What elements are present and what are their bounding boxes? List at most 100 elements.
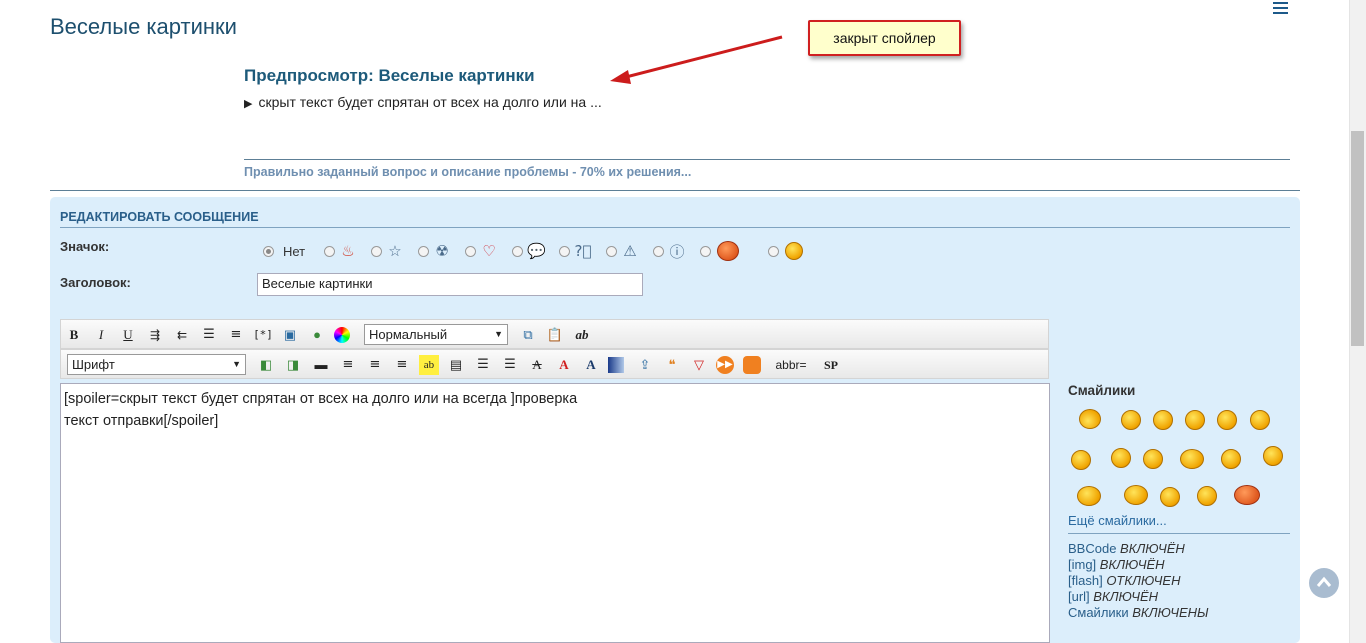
font-select[interactable]: Шрифт ▼ <box>67 354 246 375</box>
icon-option-none[interactable]: Нет <box>263 242 305 260</box>
radio-smile[interactable] <box>768 245 779 257</box>
smile-smiley-icon <box>785 242 803 260</box>
media-icon[interactable] <box>743 356 761 374</box>
wrap-text-icon[interactable]: ☰ <box>500 355 520 375</box>
dance-smiley-icon[interactable] <box>1180 449 1204 469</box>
icon-option-heart[interactable]: ♡ <box>465 242 498 260</box>
happy-smiley-icon[interactable] <box>1121 410 1141 430</box>
spellcheck-icon[interactable]: ab <box>572 325 592 345</box>
icon-option-angry[interactable] <box>700 241 739 261</box>
radio-heart[interactable] <box>465 245 476 257</box>
align-center-icon[interactable]: ≡ <box>365 355 385 375</box>
image-left-icon[interactable]: ◧ <box>256 355 276 375</box>
status-name: [url] <box>1068 589 1090 604</box>
icon-option-info[interactable]: ⓘ <box>653 242 686 261</box>
status-name: [flash] <box>1068 573 1103 588</box>
icon-option-smile[interactable] <box>768 242 803 260</box>
radio-fire[interactable] <box>324 245 335 257</box>
spoiler-button[interactable]: SP <box>819 355 843 375</box>
info-icon: ⓘ <box>669 242 685 261</box>
spoiler-summary: скрыт текст будет спрятан от всех на дол… <box>258 94 602 110</box>
quote-icon[interactable]: ❝ <box>662 355 682 375</box>
image-icon[interactable]: ▣ <box>280 325 300 345</box>
alert-icon[interactable]: ▽ <box>689 355 709 375</box>
bold-icon[interactable]: B <box>64 325 84 345</box>
message-textarea[interactable]: [spoiler=скрыт текст будет спрятан от вс… <box>60 383 1050 643</box>
horizontal-rule-icon[interactable]: ▬ <box>311 355 331 375</box>
center-text-icon[interactable]: ☰ <box>473 355 493 375</box>
format-select[interactable]: Нормальный ▼ <box>364 324 508 345</box>
highlight-icon[interactable]: ab <box>419 355 439 375</box>
annoyed-smiley-icon[interactable] <box>1153 410 1173 430</box>
radio-radiation[interactable] <box>418 245 429 257</box>
spoiler-toggle-icon[interactable]: ▶ <box>244 98 252 110</box>
strikethrough-icon[interactable]: A <box>527 355 547 375</box>
status-state: ВКЛЮЧЕНЫ <box>1132 605 1209 620</box>
grin-smiley-icon[interactable] <box>1185 410 1205 430</box>
status-state: ОТКЛЮЧЕН <box>1106 573 1181 588</box>
gradient-icon[interactable] <box>608 357 624 373</box>
icon-option-warning[interactable]: ⚠ <box>606 242 639 260</box>
icon-option-radiation[interactable]: ☢ <box>418 242 451 260</box>
scrollbar-thumb[interactable] <box>1351 131 1364 346</box>
status-smilies: Смайлики ВКЛЮЧЕНЫ <box>1068 605 1209 620</box>
upload-icon[interactable]: ⇪ <box>635 355 655 375</box>
numbered-list-icon[interactable]: ≡ <box>226 325 246 345</box>
editor-toolbar-bottom: Шрифт ▼ ◧ ◨ ▬ ≡ ≡ ≡ ab ▤ ☰ ☰ A A A ⇪ ❝ ▽… <box>60 349 1049 379</box>
key-smiley-icon[interactable] <box>1124 485 1148 505</box>
font-color-icon[interactable]: A <box>554 355 574 375</box>
wink-smiley-icon[interactable] <box>1111 448 1131 468</box>
status-name: [img] <box>1068 557 1097 572</box>
radio-none[interactable] <box>263 245 274 257</box>
icon-option-speech[interactable]: 💬 <box>512 242 546 260</box>
radio-star[interactable] <box>371 245 382 257</box>
cool-smiley-icon[interactable] <box>1250 410 1270 430</box>
page-title: Веселые картинки <box>50 14 237 39</box>
angry-smiley-icon[interactable] <box>1234 485 1260 505</box>
font-size-icon[interactable]: A <box>581 355 601 375</box>
fast-forward-icon[interactable]: ▶▶ <box>716 356 734 374</box>
paste-icon[interactable]: 📋 <box>545 325 565 345</box>
smilies-title: Смайлики <box>1068 383 1136 398</box>
police-smiley-icon[interactable] <box>1079 409 1101 429</box>
radio-speech[interactable] <box>512 245 523 257</box>
icon-option-star[interactable]: ☆ <box>371 242 404 260</box>
link-icon[interactable]: ● <box>307 325 327 345</box>
icon-option-fire[interactable]: ♨ <box>324 242 357 260</box>
tongue-smiley-icon[interactable] <box>1217 410 1237 430</box>
color-picker-icon[interactable] <box>334 327 350 343</box>
hamburger-icon[interactable] <box>1273 2 1288 14</box>
indent-icon[interactable]: ⇶ <box>145 325 165 345</box>
thinking-smiley-icon[interactable] <box>1263 446 1283 466</box>
justify-icon[interactable]: ▤ <box>446 355 466 375</box>
align-left-icon[interactable]: ≡ <box>338 355 358 375</box>
more-smilies-link[interactable]: Ещё смайлики... <box>1068 513 1167 528</box>
shocked-smiley-icon[interactable] <box>1143 449 1163 469</box>
radio-question[interactable] <box>559 245 570 257</box>
signature-text: Правильно заданный вопрос и описание про… <box>244 165 692 179</box>
copy-icon[interactable]: ⧉ <box>518 325 538 345</box>
radio-angry[interactable] <box>700 245 711 257</box>
outdent-icon[interactable]: ⇇ <box>172 325 192 345</box>
bullet-list-icon[interactable]: ☰ <box>199 325 219 345</box>
blush-smiley-icon[interactable] <box>1160 487 1180 507</box>
align-right-icon[interactable]: ≡ <box>392 355 412 375</box>
abbr-button[interactable]: abbr= <box>773 355 809 375</box>
list-item-icon[interactable]: [*] <box>253 325 273 345</box>
bow-smiley-icon[interactable] <box>1197 486 1217 506</box>
title-input[interactable]: Веселые картинки <box>257 273 643 296</box>
scroll-to-top-button[interactable] <box>1309 568 1339 598</box>
radio-info[interactable] <box>653 245 664 257</box>
fire-icon: ♨ <box>341 242 355 260</box>
underline-icon[interactable]: U <box>118 325 138 345</box>
preview-spoiler[interactable]: ▶ скрыт текст будет спрятан от всех на до… <box>244 94 602 110</box>
laugh-smiley-icon[interactable] <box>1071 450 1091 470</box>
image-right-icon[interactable]: ◨ <box>283 355 303 375</box>
chevron-up-icon <box>1316 576 1332 587</box>
hug-smiley-icon[interactable] <box>1077 486 1101 506</box>
sly-smiley-icon[interactable] <box>1221 449 1241 469</box>
icon-option-question[interactable]: ?⃝ <box>559 242 592 260</box>
italic-icon[interactable]: I <box>91 325 111 345</box>
status-img: [img] ВКЛЮЧЁН <box>1068 557 1165 572</box>
radio-warning[interactable] <box>606 245 617 257</box>
